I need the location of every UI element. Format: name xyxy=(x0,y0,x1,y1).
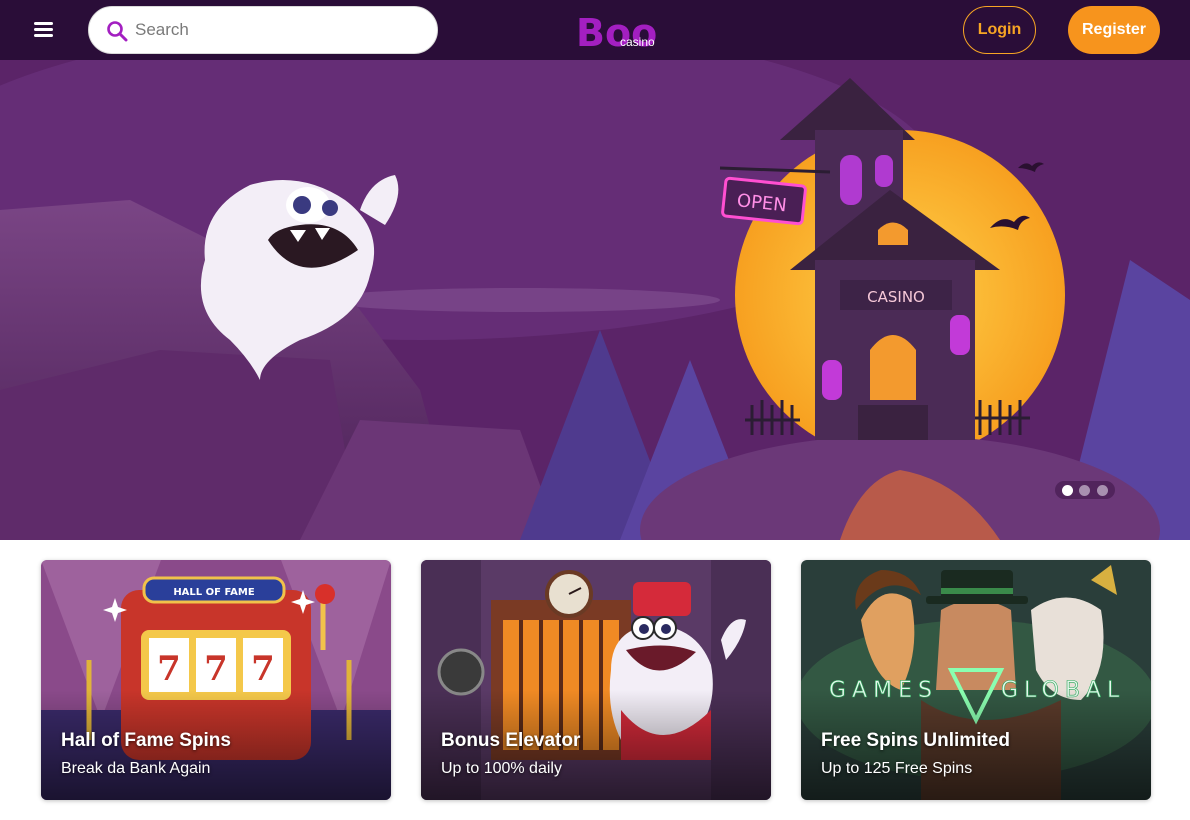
casino-sign: CASINO xyxy=(867,288,925,306)
hero-illustration: CASINO OPEN xyxy=(0,60,1190,540)
carousel-dot-3[interactable] xyxy=(1096,484,1108,496)
register-button[interactable]: Register xyxy=(1068,6,1160,54)
svg-text:HALL OF FAME: HALL OF FAME xyxy=(173,587,255,598)
carousel-dot-1[interactable] xyxy=(1062,484,1074,496)
promo-card-free-spins[interactable]: GAMES GLOBAL Free Spins Unlimited Up to … xyxy=(801,560,1151,800)
logo-sub-text: casino xyxy=(620,35,655,49)
search-bar[interactable] xyxy=(88,6,438,54)
promo-card-bonus-elevator[interactable]: Bonus Elevator Up to 100% daily xyxy=(421,560,771,800)
promo-subtitle: Up to 100% daily xyxy=(441,760,562,777)
hero-banner[interactable]: CASINO OPEN xyxy=(0,60,1190,540)
top-header: Boo casino Login Register xyxy=(0,0,1190,60)
svg-text:7: 7 xyxy=(204,649,228,689)
carousel-dot-2[interactable] xyxy=(1079,484,1091,496)
search-icon xyxy=(107,21,128,42)
carousel-dots xyxy=(1055,481,1115,499)
promo-title: Bonus Elevator xyxy=(441,730,581,751)
promo-title: Free Spins Unlimited xyxy=(821,730,1010,751)
svg-text:7: 7 xyxy=(251,649,275,689)
promo-subtitle: Break da Bank Again xyxy=(61,760,211,777)
promo-subtitle: Up to 125 Free Spins xyxy=(821,760,973,777)
search-input[interactable] xyxy=(135,15,425,45)
promo-card-hall-of-fame[interactable]: HALL OF FAME 7 7 7 Hall of Fame Spins Br… xyxy=(41,560,391,800)
login-button[interactable]: Login xyxy=(963,6,1036,54)
svg-text:7: 7 xyxy=(157,649,181,689)
hamburger-menu-icon[interactable] xyxy=(30,18,58,42)
boo-casino-logo[interactable]: Boo casino xyxy=(574,6,664,54)
promo-title: Hall of Fame Spins xyxy=(61,730,231,751)
